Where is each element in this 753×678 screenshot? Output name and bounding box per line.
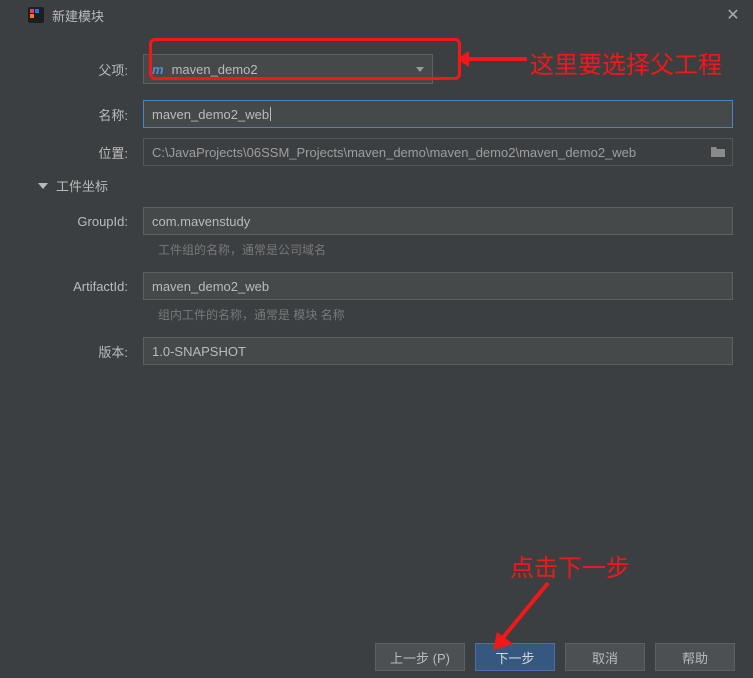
close-button[interactable]: ✕ (723, 5, 743, 25)
groupid-hint: 工件组的名称，通常是公司域名 (158, 241, 733, 258)
prev-button[interactable]: 上一步 (P) (375, 643, 465, 671)
next-button[interactable]: 下一步 (475, 643, 555, 671)
intellij-icon (28, 7, 44, 23)
help-button[interactable]: 帮助 (655, 643, 735, 671)
artifactid-hint: 组内工件的名称，通常是 模块 名称 (158, 306, 733, 323)
parent-value: maven_demo2 (172, 62, 258, 77)
parent-label: 父项: (28, 60, 143, 79)
artifactid-label: ArtifactId: (28, 279, 143, 294)
artifact-coords-toggle[interactable]: 工件坐标 (38, 176, 733, 195)
name-value: maven_demo2_web (152, 107, 269, 122)
dialog-content: 父项: m maven_demo2 名称: maven_demo2_web 位置… (18, 30, 753, 365)
parent-dropdown[interactable]: m maven_demo2 (143, 54, 433, 84)
artifactid-input[interactable]: maven_demo2_web (143, 272, 733, 300)
chevron-down-icon (416, 67, 424, 72)
maven-icon: m (152, 62, 164, 77)
annotation-text-next: 点击下一步 (510, 548, 630, 583)
groupid-input[interactable]: com.mavenstudy (143, 207, 733, 235)
location-value: C:\JavaProjects\06SSM_Projects\maven_dem… (152, 145, 636, 160)
artifactid-value: maven_demo2_web (152, 279, 269, 294)
expand-triangle-icon (38, 183, 48, 189)
name-label: 名称: (28, 105, 143, 124)
text-caret (270, 107, 271, 121)
coords-section: GroupId: com.mavenstudy 工件组的名称，通常是公司域名 A… (28, 207, 733, 365)
name-input[interactable]: maven_demo2_web (143, 100, 733, 128)
cancel-button[interactable]: 取消 (565, 643, 645, 671)
browse-folder-icon[interactable] (710, 144, 726, 161)
version-input[interactable]: 1.0-SNAPSHOT (143, 337, 733, 365)
version-value: 1.0-SNAPSHOT (152, 344, 246, 359)
location-input[interactable]: C:\JavaProjects\06SSM_Projects\maven_dem… (143, 138, 733, 166)
dialog-title: 新建模块 (52, 6, 723, 25)
coords-section-label: 工件坐标 (56, 176, 108, 195)
new-module-dialog: 新建模块 ✕ 父项: m maven_demo2 名称: maven_demo2… (18, 0, 753, 678)
button-bar: 上一步 (P) 下一步 取消 帮助 (36, 636, 753, 678)
titlebar: 新建模块 ✕ (18, 0, 753, 30)
groupid-value: com.mavenstudy (152, 214, 250, 229)
groupid-label: GroupId: (28, 214, 143, 229)
ide-left-strip (0, 0, 18, 678)
version-label: 版本: (28, 342, 143, 361)
location-label: 位置: (28, 143, 143, 162)
